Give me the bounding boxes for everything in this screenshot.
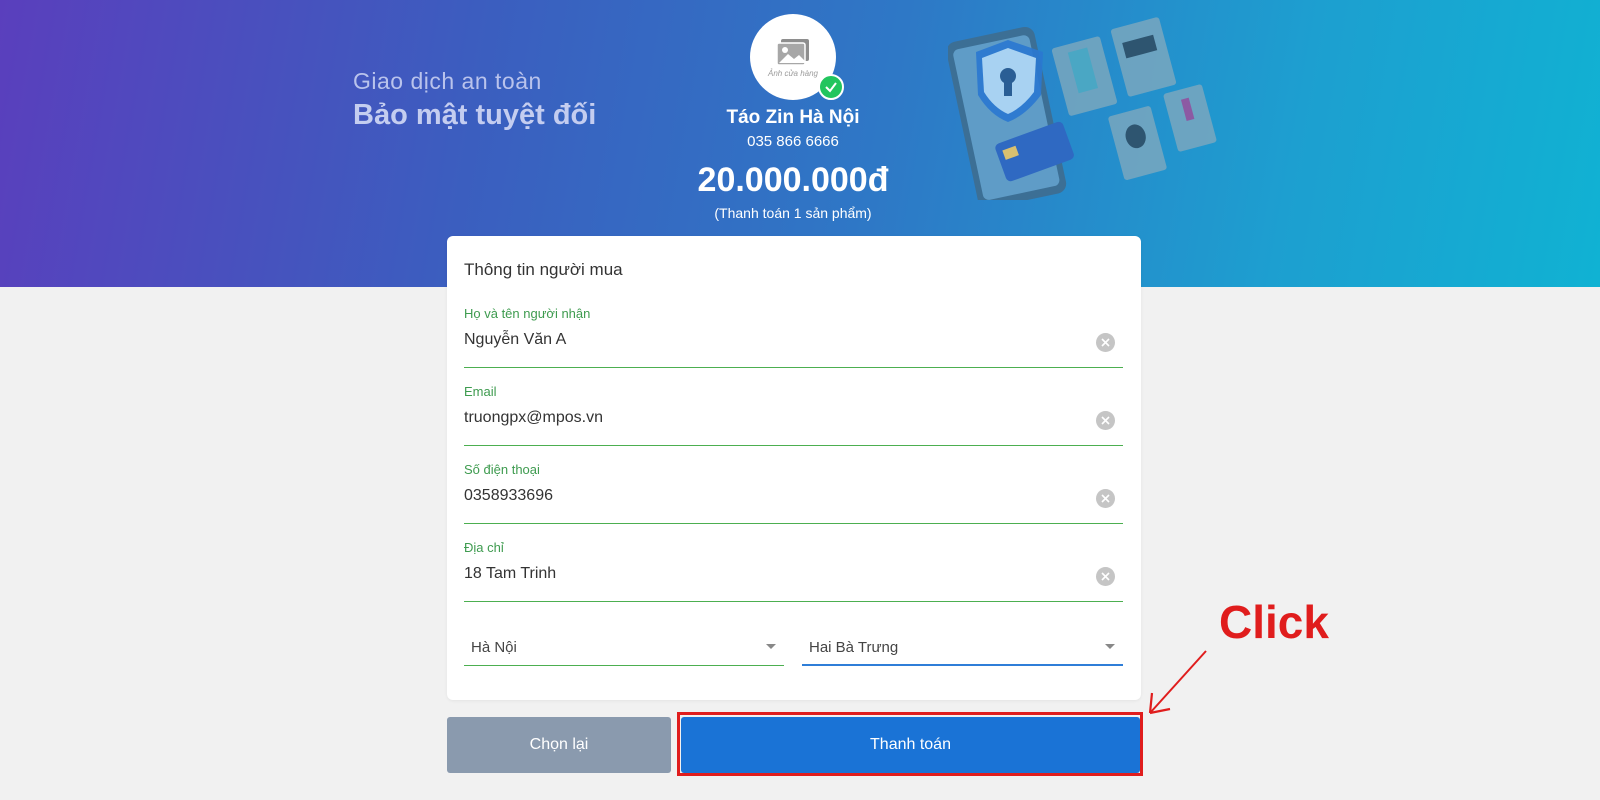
verified-check-icon (818, 74, 844, 100)
clear-icon[interactable] (1096, 333, 1115, 352)
city-select[interactable]: Hà Nội (464, 626, 784, 666)
recipient-name-input[interactable]: Nguyễn Văn A (464, 331, 566, 349)
email-field[interactable]: Email truongpx@mpos.vn (464, 384, 1123, 446)
clear-icon[interactable] (1096, 567, 1115, 586)
phone-input[interactable]: 0358933696 (464, 487, 553, 505)
field-label: Email (464, 384, 497, 399)
reset-button[interactable]: Chọn lại (447, 717, 671, 773)
image-icon (776, 38, 809, 66)
chevron-down-icon (766, 644, 776, 649)
shop-phone: 035 866 6666 (747, 133, 839, 150)
recipient-name-field[interactable]: Họ và tên người nhận Nguyễn Văn A (464, 306, 1123, 368)
card-title: Thông tin người mua (464, 260, 623, 279)
phone-field[interactable]: Số điện thoại 0358933696 (464, 462, 1123, 524)
city-value: Hà Nội (471, 639, 517, 656)
clear-icon[interactable] (1096, 411, 1115, 430)
payment-amount: 20.000.000đ (697, 161, 889, 199)
tagline-secure-transaction: Giao dịch an toàn (353, 68, 542, 94)
field-label: Địa chỉ (464, 540, 504, 555)
email-input[interactable]: truongpx@mpos.vn (464, 409, 603, 427)
chevron-down-icon (1105, 644, 1115, 649)
shop-name: Táo Zin Hà Nội (726, 107, 860, 128)
buyer-info-card: Thông tin người mua Họ và tên người nhận… (447, 236, 1141, 700)
address-input[interactable]: 18 Tam Trinh (464, 565, 556, 583)
annotation-arrow-icon (1148, 650, 1207, 715)
payment-note: (Thanh toán 1 sản phẩm) (714, 205, 872, 221)
avatar-caption: Ảnh cửa hàng (768, 68, 818, 78)
field-label: Số điện thoại (464, 462, 540, 477)
security-phone-illustration (948, 17, 1217, 200)
click-annotation-label: Click (1219, 596, 1329, 648)
clear-icon[interactable] (1096, 489, 1115, 508)
district-value: Hai Bà Trưng (809, 639, 899, 656)
district-select[interactable]: Hai Bà Trưng (802, 626, 1123, 666)
tagline: Giao dịch an toàn Bảo mật tuyệt đối (353, 68, 596, 132)
click-highlight-box (677, 712, 1143, 776)
tagline-absolute-security: Bảo mật tuyệt đối (353, 99, 597, 131)
field-label: Họ và tên người nhận (464, 306, 591, 321)
address-field[interactable]: Địa chỉ 18 Tam Trinh (464, 540, 1123, 602)
